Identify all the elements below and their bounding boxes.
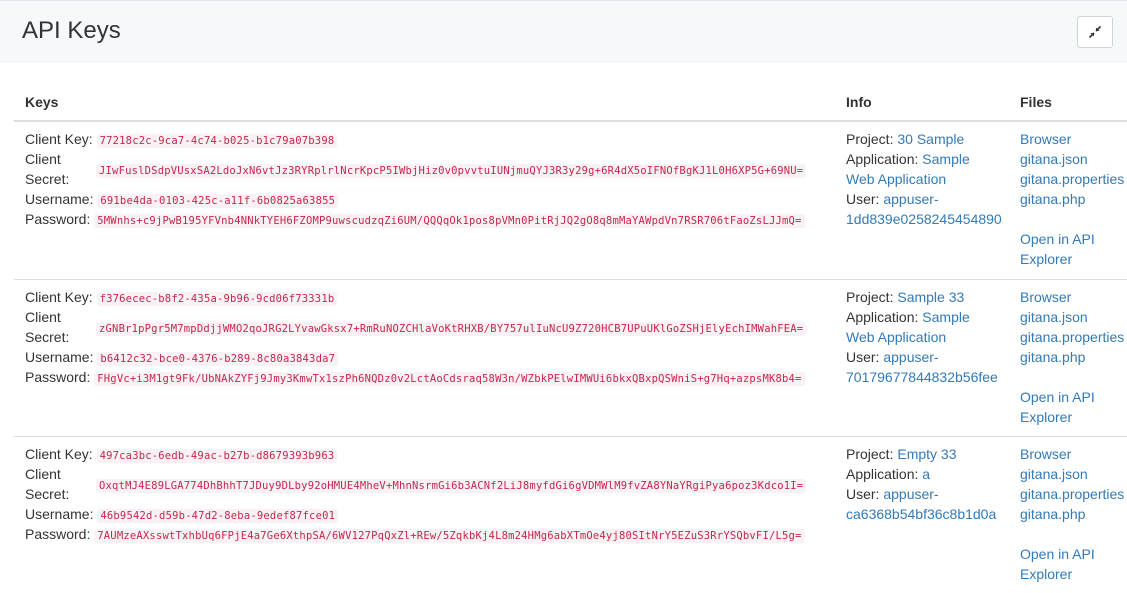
files-links: Browser gitana.json gitana.properties gi…: [1020, 129, 1124, 269]
gitana-properties-link[interactable]: gitana.properties: [1020, 327, 1124, 347]
project-link[interactable]: Empty 33: [897, 446, 956, 462]
user-label: User:: [846, 191, 880, 207]
api-explorer-link[interactable]: Open in API: [1020, 387, 1124, 407]
user-link[interactable]: appuser-: [883, 486, 938, 502]
username-label: Username:: [25, 506, 94, 522]
client-secret-label-line2: Secret:: [25, 171, 70, 187]
application-label: Application:: [846, 466, 919, 482]
user-link-line2[interactable]: 70179677844832b56fee: [846, 367, 998, 387]
password-value: FHgVc+i3M1gt9Fk/UbNAkZYFj9Jmy3KmwTx1szPh…: [94, 372, 805, 386]
api-explorer-link-line2[interactable]: Explorer: [1020, 249, 1124, 269]
client-secret-value: OxqtMJ4E89LGA774DhBhhT7JDuy9DLby92oHMUE4…: [96, 479, 807, 493]
user-label: User:: [846, 486, 880, 502]
password-label: Password:: [25, 526, 91, 542]
password-label: Password:: [25, 369, 91, 385]
application-link-line2[interactable]: Web Application: [846, 169, 946, 189]
project-link[interactable]: 30 Sample: [897, 131, 964, 147]
client-secret-label-line2: Secret:: [25, 486, 70, 502]
application-link[interactable]: a: [922, 466, 930, 482]
user-link-line2[interactable]: 1dd839e0258245454890: [846, 209, 1002, 229]
header-keys: Keys: [25, 94, 59, 110]
browser-link[interactable]: Browser: [1020, 444, 1124, 464]
username-value: b6412c32-bce0-4376-b289-8c80a3843da7: [97, 352, 339, 366]
client-secret-label-line1: Client: [25, 309, 61, 325]
api-explorer-link-line2[interactable]: Explorer: [1020, 564, 1124, 584]
gitana-php-link[interactable]: gitana.php: [1020, 347, 1124, 367]
gitana-json-link[interactable]: gitana.json: [1020, 307, 1124, 327]
gitana-properties-link[interactable]: gitana.properties: [1020, 484, 1124, 504]
files-links: Browser gitana.json gitana.properties gi…: [1020, 287, 1124, 427]
application-label: Application:: [846, 151, 919, 167]
api-keys-panel: API Keys Keys Info Files Client Key: 772…: [0, 0, 1127, 593]
user-link[interactable]: appuser-: [883, 191, 938, 207]
username-label: Username:: [25, 191, 94, 207]
client-key-value: f376ecec-b8f2-435a-9b96-9cd06f73331b: [96, 292, 338, 306]
header-info: Info: [846, 94, 872, 110]
gitana-php-link[interactable]: gitana.php: [1020, 504, 1124, 524]
user-link-line2[interactable]: ca6368b54bf36c8b1d0a: [846, 504, 996, 524]
client-secret-label-line1: Client: [25, 466, 61, 482]
project-label: Project:: [846, 289, 894, 305]
client-key-label: Client Key:: [25, 289, 93, 305]
gitana-json-link[interactable]: gitana.json: [1020, 149, 1124, 169]
browser-link[interactable]: Browser: [1020, 287, 1124, 307]
user-label: User:: [846, 349, 880, 365]
api-explorer-link-line2[interactable]: Explorer: [1020, 407, 1124, 427]
client-key-label: Client Key:: [25, 131, 93, 147]
header-files: Files: [1020, 94, 1052, 110]
api-explorer-link[interactable]: Open in API: [1020, 229, 1124, 249]
client-secret-value: zGNBr1pPgr5M7mpDdjjWMO2qoJRG2LYvawGksx7+…: [96, 322, 807, 336]
username-value: 691be4da-0103-425c-a11f-6b0825a63855: [97, 194, 339, 208]
client-secret-label-line2: Secret:: [25, 329, 70, 345]
project-label: Project:: [846, 446, 894, 462]
client-secret-label-line1: Client: [25, 151, 61, 167]
project-label: Project:: [846, 131, 894, 147]
project-link[interactable]: Sample 33: [897, 289, 964, 305]
browser-link[interactable]: Browser: [1020, 129, 1124, 149]
gitana-json-link[interactable]: gitana.json: [1020, 464, 1124, 484]
username-label: Username:: [25, 349, 94, 365]
table-row: Client Key: 497ca3bc-6edb-49ac-b27b-d867…: [14, 436, 1127, 593]
client-key-value: 497ca3bc-6edb-49ac-b27b-d8679393b963: [96, 449, 338, 463]
password-value: 5MWnhs+c9jPwB195YFVnb4NNkTYEH6FZOMP9uwsc…: [94, 214, 805, 228]
user-link[interactable]: appuser-: [883, 349, 938, 365]
table-row: Client Key: 77218c2c-9ca7-4c74-b025-b1c7…: [14, 122, 1127, 279]
files-links: Browser gitana.json gitana.properties gi…: [1020, 444, 1124, 584]
client-key-label: Client Key:: [25, 446, 93, 462]
application-link[interactable]: Sample: [922, 151, 969, 167]
application-link-line2[interactable]: Web Application: [846, 327, 946, 347]
api-explorer-link[interactable]: Open in API: [1020, 544, 1124, 564]
compress-icon: [1088, 25, 1102, 39]
table-row: Client Key: f376ecec-b8f2-435a-9b96-9cd0…: [14, 279, 1127, 436]
application-link[interactable]: Sample: [922, 309, 969, 325]
client-secret-value: JIwFuslDSdpVUsxSA2LdoJxN6vtJz3RYRplrlNcr…: [96, 164, 807, 178]
panel-header: API Keys: [0, 1, 1127, 63]
collapse-button[interactable]: [1077, 16, 1113, 48]
table-header: Keys Info Files: [14, 63, 1127, 122]
username-value: 46b9542d-d59b-47d2-8eba-9edef87fce01: [97, 509, 339, 523]
password-value: 7AUMzeAXsswtTxhbUq6FPjE4a7Ge6XthpSA/6WV1…: [94, 529, 805, 543]
password-label: Password:: [25, 211, 91, 227]
page-title: API Keys: [22, 17, 121, 44]
client-key-value: 77218c2c-9ca7-4c74-b025-b1c79a07b398: [96, 134, 338, 148]
gitana-properties-link[interactable]: gitana.properties: [1020, 169, 1124, 189]
application-label: Application:: [846, 309, 919, 325]
gitana-php-link[interactable]: gitana.php: [1020, 189, 1124, 209]
